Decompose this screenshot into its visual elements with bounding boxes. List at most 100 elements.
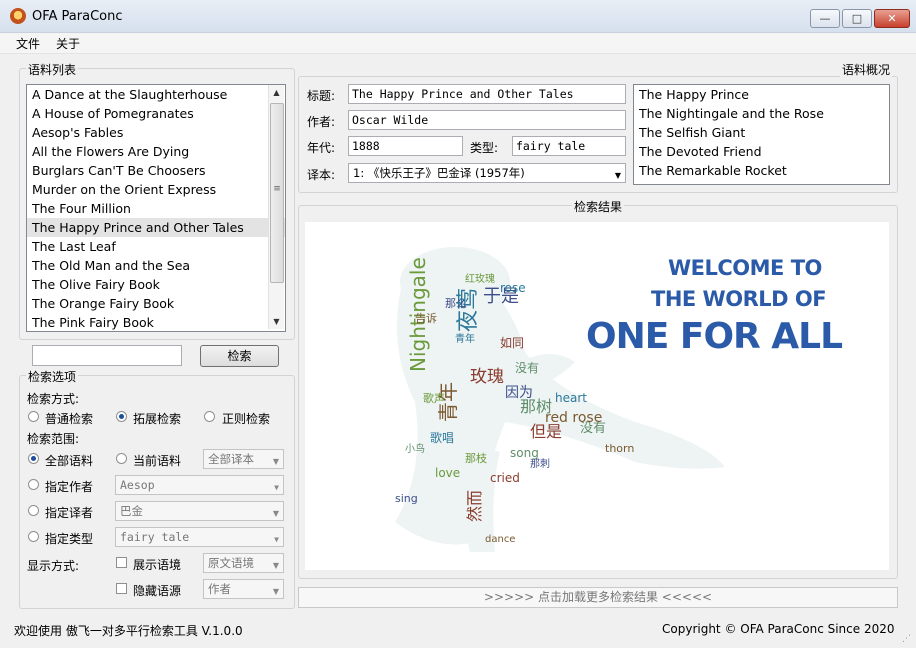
hide-source-checkbox[interactable]: [116, 583, 127, 594]
menu-bar: [0, 33, 916, 54]
translation-scope-select[interactable]: 全部译本 ▼: [203, 449, 284, 469]
close-button[interactable]: ✕: [874, 9, 910, 28]
show-context-checkbox[interactable]: [116, 557, 127, 568]
search-mode-label: 检索方式:: [27, 392, 80, 406]
wordcloud-word: sing: [395, 492, 418, 505]
translator-select[interactable]: 巴金 ▼: [115, 501, 284, 521]
radio-extended-search-label[interactable]: 拓展检索: [133, 410, 181, 427]
wordcloud-word: 歌声: [423, 391, 445, 405]
author-field[interactable]: Oscar Wilde: [348, 110, 626, 130]
wordcloud-word: 那刺: [530, 458, 550, 470]
wordcloud-word: 然而: [465, 490, 484, 522]
minimize-button[interactable]: —: [810, 9, 840, 28]
corpus-list-item[interactable]: A House of Pomegranates: [27, 104, 285, 123]
wordcloud-word: 小鸟: [405, 442, 425, 455]
wordcloud-word: dance: [485, 534, 515, 545]
wordcloud-word: rose: [500, 281, 526, 295]
author-select[interactable]: Aesop ▼: [115, 475, 284, 495]
overview-list-item[interactable]: The Remarkable Rocket: [634, 161, 889, 180]
search-options-title: 检索选项: [26, 368, 79, 385]
radio-translator[interactable]: [28, 505, 39, 516]
chevron-down-icon: ▼: [272, 561, 279, 570]
show-context-label[interactable]: 展示语境: [133, 556, 181, 573]
wordcloud-word: song: [510, 446, 539, 460]
scroll-down-icon[interactable]: ▼: [269, 314, 284, 329]
title-field[interactable]: The Happy Prince and Other Tales: [348, 84, 626, 104]
radio-regex-search-label[interactable]: 正则检索: [222, 410, 270, 427]
radio-author[interactable]: [28, 479, 39, 490]
welcome-line-1: WELCOME TO: [668, 256, 822, 280]
source-select[interactable]: 作者 ▼: [203, 579, 284, 599]
overview-list[interactable]: The Happy Prince The Nightingale and the …: [633, 84, 890, 185]
overview-list-item[interactable]: The Selfish Giant: [634, 123, 889, 142]
wordcloud-word: 青年: [455, 332, 475, 345]
radio-scope-current-label[interactable]: 当前语料: [133, 452, 181, 469]
corpus-list-item[interactable]: Aesop's Fables: [27, 123, 285, 142]
translation-select[interactable]: 1: 《快乐王子》巴金译 (1957年) ▼: [348, 163, 626, 183]
radio-translator-label[interactable]: 指定译者: [45, 504, 93, 521]
radio-scope-all[interactable]: [28, 453, 39, 464]
corpus-list-item[interactable]: Murder on the Orient Express: [27, 180, 285, 199]
radio-scope-current[interactable]: [116, 453, 127, 464]
scroll-grip-icon: ≡: [273, 184, 281, 194]
radio-normal-search-label[interactable]: 普通检索: [45, 410, 93, 427]
menu-file[interactable]: 文件: [16, 35, 40, 52]
radio-regex-search[interactable]: [204, 411, 215, 422]
chevron-down-icon: ▼: [272, 587, 279, 596]
corpus-list-item[interactable]: The Old Man and the Sea: [27, 256, 285, 275]
welcome-line-2: THE WORLD OF: [651, 287, 827, 311]
scroll-up-icon[interactable]: ▲: [269, 85, 284, 100]
chevron-down-icon: ▼: [614, 171, 621, 180]
corpus-list-item[interactable]: The Happy Prince and Other Tales: [27, 218, 285, 237]
radio-extended-search[interactable]: [116, 411, 127, 422]
window-title: OFA ParaConc: [32, 9, 123, 24]
app-logo-icon: [10, 8, 26, 24]
corpus-list-item[interactable]: Burglars Can'T Be Choosers: [27, 161, 285, 180]
menu-about[interactable]: 关于: [56, 35, 80, 52]
overview-list-item[interactable]: The Devoted Friend: [634, 142, 889, 161]
corpus-list-item[interactable]: All the Flowers Are Dying: [27, 142, 285, 161]
wordcloud-word: 告诉: [415, 312, 437, 325]
type-label: 类型:: [470, 141, 499, 155]
corpus-list-item[interactable]: The Orange Fairy Book: [27, 294, 285, 313]
wordcloud-word: 红玫瑰: [465, 272, 495, 285]
corpus-list-item[interactable]: The Four Million: [27, 199, 285, 218]
radio-type[interactable]: [28, 531, 39, 542]
type-field[interactable]: fairy tale: [512, 136, 626, 156]
corpus-list-title: 语料列表: [26, 61, 79, 78]
corpus-overview-title: 语料概况: [840, 61, 893, 78]
overview-list-item[interactable]: The Nightingale and the Rose: [634, 104, 889, 123]
author-label: 作者:: [307, 115, 336, 129]
scroll-thumb[interactable]: ≡: [270, 103, 284, 283]
corpus-list-item[interactable]: The Olive Fairy Book: [27, 275, 285, 294]
search-input[interactable]: [32, 345, 182, 366]
radio-scope-all-label[interactable]: 全部语料: [45, 452, 93, 469]
close-icon: ✕: [887, 12, 897, 25]
wordcloud-word: 那枝: [465, 451, 487, 465]
radio-type-label[interactable]: 指定类型: [45, 530, 93, 547]
year-field[interactable]: 1888: [348, 136, 463, 156]
chevron-down-icon: ▼: [274, 483, 279, 492]
overview-list-item[interactable]: The Happy Prince: [634, 85, 889, 104]
author-select-value: Aesop: [120, 478, 155, 492]
search-scope-label: 检索范围:: [27, 432, 80, 446]
corpus-list[interactable]: A Dance at the Slaughterhouse A House of …: [26, 84, 286, 332]
radio-normal-search[interactable]: [28, 411, 39, 422]
type-select[interactable]: fairy tale ▼: [115, 527, 284, 547]
wordcloud-word: 因为: [505, 385, 533, 401]
translation-label: 译本:: [307, 168, 336, 182]
radio-author-label[interactable]: 指定作者: [45, 478, 93, 495]
corpus-scrollbar[interactable]: ▲ ≡ ▼: [268, 85, 284, 329]
search-button[interactable]: 检索: [200, 345, 279, 367]
corpus-list-item[interactable]: The Pink Fairy Book: [27, 313, 285, 331]
source-select-value: 作者: [208, 582, 231, 596]
maximize-button[interactable]: □: [842, 9, 872, 28]
context-select[interactable]: 原文语境 ▼: [203, 553, 284, 573]
hide-source-label[interactable]: 隐藏语源: [133, 582, 181, 599]
wordcloud-word: 歌唱: [430, 430, 454, 445]
corpus-list-item[interactable]: The Last Leaf: [27, 237, 285, 256]
load-more-button[interactable]: >>>>> 点击加载更多检索结果 <<<<<: [298, 587, 898, 608]
display-mode-label: 显示方式:: [27, 559, 80, 573]
resize-grip-icon[interactable]: ⋰: [902, 634, 911, 644]
corpus-list-item[interactable]: A Dance at the Slaughterhouse: [27, 85, 285, 104]
